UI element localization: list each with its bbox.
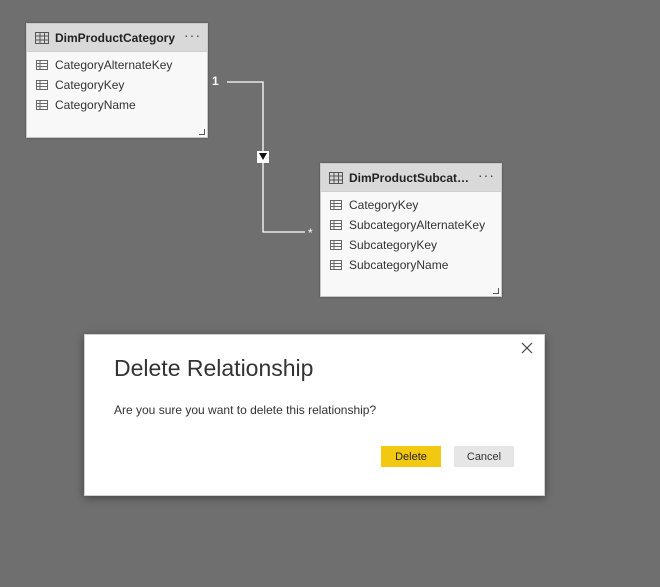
column-icon xyxy=(36,80,48,90)
table-card-dimproductcategory[interactable]: DimProductCategory ··· CategoryAlternate… xyxy=(26,23,208,138)
resize-handle[interactable] xyxy=(199,129,205,135)
field-name: SubcategoryKey xyxy=(349,238,438,252)
dialog-message: Are you sure you want to delete this rel… xyxy=(114,403,377,417)
field-name: CategoryAlternateKey xyxy=(55,58,173,72)
field-row[interactable]: SubcategoryKey xyxy=(321,235,501,255)
column-icon xyxy=(36,60,48,70)
table-title: DimProductSubcate... xyxy=(349,170,472,185)
cancel-button[interactable]: Cancel xyxy=(454,446,514,467)
field-name: CategoryKey xyxy=(55,78,125,92)
delete-button[interactable]: Delete xyxy=(381,446,441,467)
field-row[interactable]: CategoryKey xyxy=(27,75,207,95)
table-card-dimproductsubcategory[interactable]: DimProductSubcate... ··· CategoryKey Sub… xyxy=(320,163,502,297)
field-row[interactable]: SubcategoryName xyxy=(321,255,501,275)
field-name: SubcategoryAlternateKey xyxy=(349,218,486,232)
more-options-icon[interactable]: ··· xyxy=(184,28,201,48)
field-name: CategoryName xyxy=(55,98,136,112)
column-icon xyxy=(330,200,342,210)
many-cardinality-label: * xyxy=(308,226,313,240)
dialog-title: Delete Relationship xyxy=(114,355,314,381)
one-cardinality-label: 1 xyxy=(212,74,219,88)
field-row[interactable]: CategoryKey xyxy=(321,195,501,215)
delete-relationship-dialog: Delete Relationship Are you sure you wan… xyxy=(84,334,545,496)
more-options-icon[interactable]: ··· xyxy=(478,168,495,188)
field-row[interactable]: CategoryAlternateKey xyxy=(27,55,207,75)
table-title: DimProductCategory xyxy=(55,30,176,45)
resize-handle[interactable] xyxy=(493,288,499,294)
column-icon xyxy=(330,260,342,270)
field-name: SubcategoryName xyxy=(349,258,449,272)
table-header[interactable]: DimProductCategory ··· xyxy=(27,24,207,52)
table-icon xyxy=(35,31,49,44)
column-icon xyxy=(330,220,342,230)
column-icon xyxy=(330,240,342,250)
field-name: CategoryKey xyxy=(349,198,419,212)
table-icon xyxy=(329,171,343,184)
column-icon xyxy=(36,100,48,110)
field-row[interactable]: CategoryName xyxy=(27,95,207,115)
field-row[interactable]: SubcategoryAlternateKey xyxy=(321,215,501,235)
filter-direction-icon xyxy=(257,151,269,163)
table-header[interactable]: DimProductSubcate... ··· xyxy=(321,164,501,192)
close-icon[interactable] xyxy=(518,339,536,357)
